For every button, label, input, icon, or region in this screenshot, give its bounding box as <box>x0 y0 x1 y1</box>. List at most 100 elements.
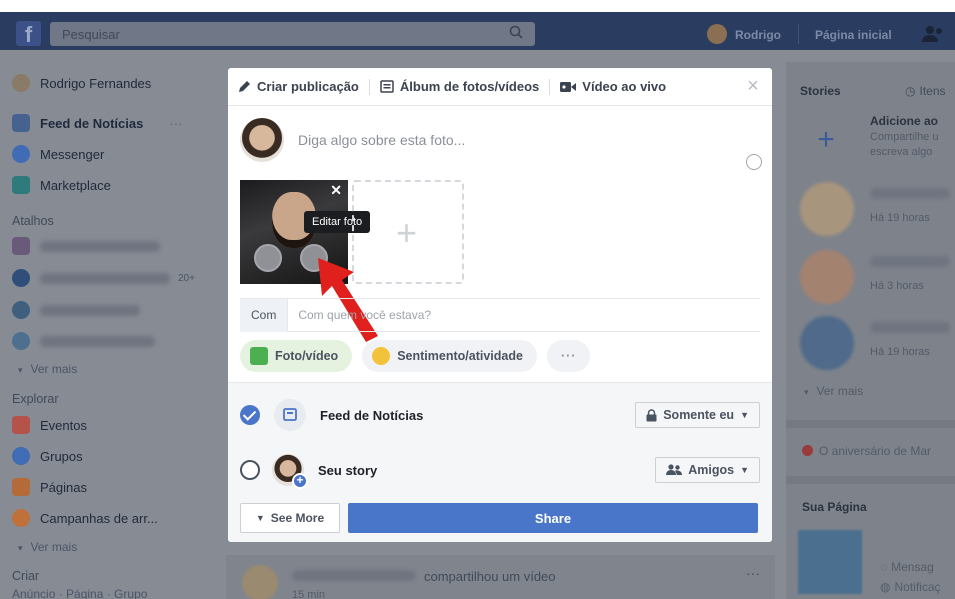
photo-video-button[interactable]: Foto/vídeo <box>240 340 353 372</box>
sidebar-item-groups[interactable]: Grupos <box>12 445 83 467</box>
globe-icon: ◍ <box>880 580 891 594</box>
remove-photo-icon[interactable]: ✕ <box>330 182 342 199</box>
shortcut-count-badge: 20+ <box>178 272 195 284</box>
photo-icon <box>250 347 268 365</box>
tab-label: Vídeo ao vivo <box>582 79 667 94</box>
story-avatar[interactable] <box>800 316 854 370</box>
share-to-news-feed-option[interactable]: Feed de Notícias Somente eu ▼ <box>240 395 760 435</box>
stories-see-more[interactable]: ▾ Ver mais <box>804 384 863 398</box>
post-text-input[interactable]: Diga algo sobre esta foto... <box>298 132 465 148</box>
shortcut-label-blurred <box>40 240 160 252</box>
share-button[interactable]: Share <box>348 503 758 533</box>
add-story-title[interactable]: Adicione ao <box>870 114 938 128</box>
shortcut-label-blurred <box>40 335 155 347</box>
page-thumbnail[interactable] <box>798 530 862 594</box>
facebook-logo-icon[interactable]: f <box>16 21 41 47</box>
tab-live-video[interactable]: Vídeo ao vivo <box>560 79 666 94</box>
privacy-label: Somente eu <box>663 408 735 422</box>
add-story-plus-icon[interactable]: + <box>806 120 846 160</box>
marketplace-icon <box>12 176 30 194</box>
option-label: Seu story <box>318 462 378 478</box>
create-header: Criar <box>12 569 40 583</box>
page-link-label: Notificaç <box>894 580 941 594</box>
post-options-button[interactable]: ··· <box>746 565 760 581</box>
privacy-label: Amigos <box>688 463 735 477</box>
birthday-notice[interactable]: O aniversário de Mar <box>802 444 931 458</box>
checked-icon[interactable] <box>240 405 260 425</box>
post-author-blurred <box>292 570 416 581</box>
news-feed-icon <box>274 399 306 431</box>
search-placeholder: Pesquisar <box>62 27 120 42</box>
feed-post: compartilhou um vídeo 15 min ··· <box>226 555 775 599</box>
explore-see-more[interactable]: ▾ Ver mais <box>12 540 77 554</box>
profile-link[interactable]: Rodrigo <box>735 28 781 42</box>
search-icon[interactable] <box>509 25 523 39</box>
shortcut-item[interactable] <box>12 330 155 352</box>
tab-label: Álbum de fotos/vídeos <box>399 79 540 94</box>
explore-header: Explorar <box>12 392 59 406</box>
privacy-selector-news-feed[interactable]: Somente eu ▼ <box>635 402 760 428</box>
sidebar-item-pages[interactable]: Páginas <box>12 476 87 498</box>
stories-title: Stories <box>800 84 841 98</box>
composer-avatar <box>240 118 284 162</box>
shortcuts-see-more[interactable]: ▾ Ver mais <box>12 362 77 376</box>
screen-top-strip <box>0 0 955 12</box>
create-post-dialog: Criar publicação Álbum de fotos/vídeos V… <box>228 68 772 542</box>
right-divider <box>786 476 955 484</box>
story-avatar[interactable] <box>800 250 854 304</box>
create-links[interactable]: Anúncio · Página · Grupo <box>12 587 147 599</box>
emoji-icon[interactable] <box>746 154 762 170</box>
chip-label: Sentimento/atividade <box>397 349 523 363</box>
feeling-activity-button[interactable]: Sentimento/atividade <box>362 340 537 372</box>
user-avatar[interactable] <box>707 24 727 44</box>
sidebar-item-options[interactable]: ··· <box>169 116 182 131</box>
with-label: Com <box>240 298 289 332</box>
chat-icon: ◌ <box>880 560 888 574</box>
sidebar-item-news-feed[interactable]: Feed de Notícias ··· <box>12 112 182 134</box>
story-name-blurred <box>870 256 950 270</box>
story-name-blurred <box>870 322 950 336</box>
friends-icon[interactable] <box>922 25 946 43</box>
story-avatar: + <box>272 454 308 489</box>
dialog-footer: Feed de Notícias Somente eu ▼ + Seu stor… <box>228 382 772 542</box>
tab-divider <box>368 78 370 95</box>
shortcut-item[interactable]: 20+ <box>12 267 195 289</box>
sidebar-item-marketplace[interactable]: Marketplace <box>12 174 111 196</box>
close-icon[interactable]: × <box>744 76 762 96</box>
plus-icon: + <box>396 212 418 253</box>
tab-label: Criar publicação <box>257 79 359 94</box>
see-more-button[interactable]: ▼ See More <box>240 503 340 533</box>
top-bar: f Pesquisar Rodrigo Página inicial <box>0 0 955 50</box>
sidebar-item-fundraisers[interactable]: Campanhas de arr... <box>12 507 158 529</box>
tag-friends-row: Com Com quem você estava? <box>240 298 760 332</box>
post-author-avatar[interactable] <box>242 565 278 599</box>
sidebar-item-messenger[interactable]: Messenger <box>12 143 104 165</box>
radio-button[interactable] <box>240 460 260 480</box>
story-avatar[interactable] <box>800 182 854 236</box>
live-video-icon <box>560 81 577 92</box>
tag-person-icon[interactable] <box>254 244 282 272</box>
shortcut-item[interactable] <box>12 299 140 321</box>
news-feed-icon <box>12 114 30 132</box>
tab-create-post[interactable]: Criar publicação <box>238 79 359 94</box>
profile-avatar-icon <box>12 74 30 92</box>
shortcut-item[interactable] <box>12 235 160 257</box>
search-input[interactable]: Pesquisar <box>50 22 535 46</box>
home-link[interactable]: Página inicial <box>815 28 892 42</box>
more-options-button[interactable]: ··· <box>546 340 591 372</box>
option-label: Feed de Notícias <box>320 407 424 423</box>
page-notifications-link[interactable]: ◍ Notificaç <box>880 580 941 594</box>
share-to-story-option[interactable]: + Seu story Amigos ▼ <box>240 450 760 490</box>
flag-icon <box>12 478 30 496</box>
tag-friends-input[interactable]: Com quem você estava? <box>288 308 431 322</box>
tab-photo-album[interactable]: Álbum de fotos/vídeos <box>380 79 539 94</box>
sidebar-item-label: Eventos <box>40 417 87 433</box>
sidebar-profile[interactable]: Rodrigo Fernandes <box>12 72 151 94</box>
story-name-blurred <box>870 188 950 202</box>
post-time: 15 min <box>292 589 326 599</box>
privacy-selector-story[interactable]: Amigos ▼ <box>655 457 760 483</box>
page-messages-link[interactable]: ◌ Mensag <box>880 560 934 574</box>
stories-archive-link[interactable]: ◷ Itens <box>905 84 946 98</box>
shortcut-label-blurred <box>40 304 140 316</box>
sidebar-item-events[interactable]: Eventos <box>12 414 87 436</box>
